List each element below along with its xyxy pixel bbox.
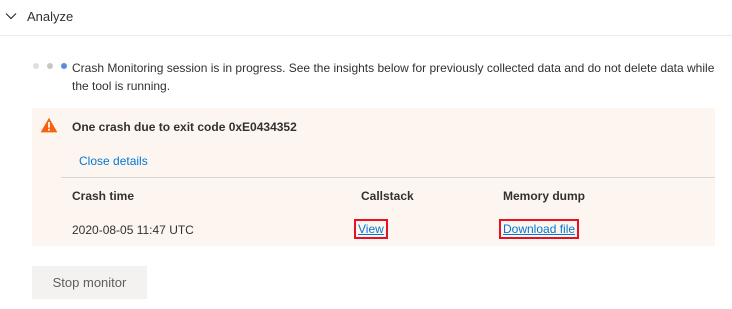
section-divider	[0, 35, 732, 36]
close-details-link[interactable]: Close details	[79, 153, 148, 169]
crash-time-cell: 2020-08-05 11:47 UTC	[72, 223, 194, 237]
download-memory-dump-link[interactable]: Download file	[499, 219, 580, 239]
analyze-section-header[interactable]: Analyze	[0, 0, 732, 36]
session-status-message: Crash Monitoring session is in progress.…	[72, 61, 715, 93]
crash-details-panel: One crash due to exit code 0xE0434352 Cl…	[32, 108, 715, 246]
column-header-memory-dump: Memory dump	[503, 189, 586, 203]
warning-icon	[40, 117, 58, 133]
view-callstack-label: View	[358, 222, 384, 236]
section-title: Analyze	[27, 9, 74, 24]
column-header-crash-time: Crash time	[72, 189, 135, 203]
download-file-label: Download file	[503, 222, 576, 236]
view-callstack-link[interactable]: View	[354, 219, 388, 239]
chevron-down-icon[interactable]	[4, 9, 18, 23]
crash-summary-title: One crash due to exit code 0xE0434352	[72, 120, 297, 134]
column-header-callstack: Callstack	[361, 189, 414, 203]
details-divider	[61, 177, 715, 178]
progress-dots-icon	[33, 63, 69, 69]
stop-monitor-button[interactable]: Stop monitor	[32, 266, 147, 299]
